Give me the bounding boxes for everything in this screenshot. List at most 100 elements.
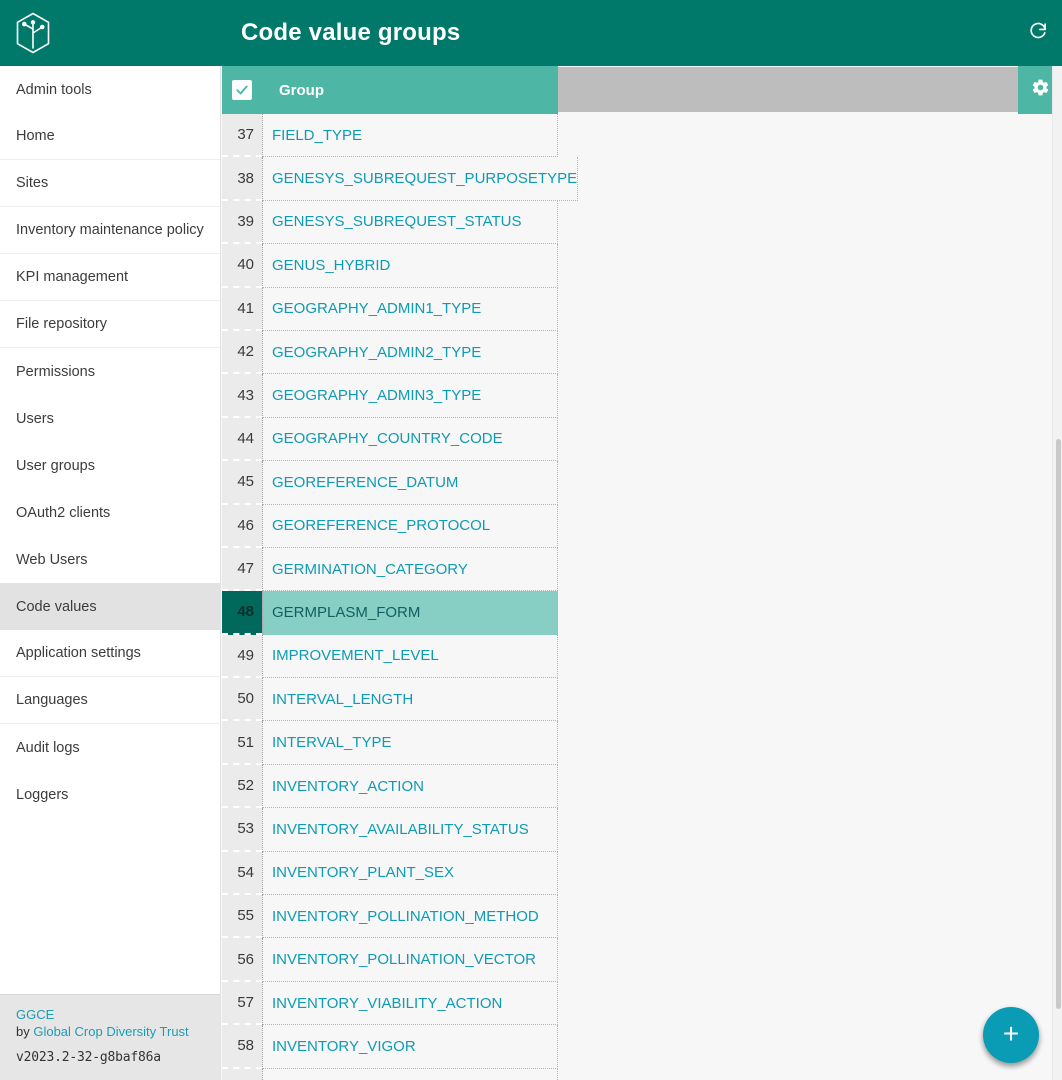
table-row[interactable]: 44 GEOGRAPHY_COUNTRY_CODE	[222, 417, 1062, 462]
add-button[interactable]: +	[983, 1007, 1039, 1063]
row-group-cell[interactable]: INVENTORY_VIGOR	[262, 1025, 558, 1069]
table-row[interactable]: 59LITERATURE_TYPE	[222, 1068, 1062, 1080]
sidebar-item-permissions[interactable]: Permissions	[0, 348, 220, 395]
table-row[interactable]: 37 FIELD_TYPE	[222, 114, 1062, 158]
table-row[interactable]: 39 GENESYS_SUBREQUEST_STATUS	[222, 200, 1062, 245]
sidebar-item-label: File repository	[16, 316, 108, 332]
row-index-cell[interactable]: 52	[222, 764, 262, 809]
footer-organization-link[interactable]: Global Crop Diversity Trust	[33, 1024, 188, 1039]
row-group-cell[interactable]: GEOREFERENCE_PROTOCOL	[262, 504, 558, 548]
row-index-cell[interactable]: 48	[222, 591, 262, 635]
row-index-cell[interactable]: 46	[222, 504, 262, 548]
table-row-cells: 42 GEOGRAPHY_ADMIN2_TYPE	[222, 330, 558, 375]
row-group-cell[interactable]: GEOGRAPHY_ADMIN3_TYPE	[262, 374, 558, 418]
row-index-cell[interactable]: 47	[222, 547, 262, 592]
sidebar-item-loggers[interactable]: Loggers	[0, 771, 220, 818]
sidebar-item-user-groups[interactable]: User groups	[0, 442, 220, 489]
row-group-cell[interactable]: LITERATURE_TYPE	[262, 1068, 558, 1080]
row-index-cell[interactable]: 58	[222, 1025, 262, 1069]
table-row[interactable]: 51 INTERVAL_TYPE	[222, 721, 1062, 765]
row-index-cell[interactable]: 42	[222, 330, 262, 375]
table-row[interactable]: 38 GENESYS_SUBREQUEST_PURPOSETYPE	[222, 157, 1062, 201]
table-row[interactable]: 45 GEOREFERENCE_DATUM	[222, 461, 1062, 505]
table-row[interactable]: 56 INVENTORY_POLLINATION_VECTOR	[222, 938, 1062, 982]
row-group-cell[interactable]: INVENTORY_VIABILITY_ACTION	[262, 981, 558, 1026]
sidebar-item-web-users[interactable]: Web Users	[0, 536, 220, 583]
row-group-cell[interactable]: INVENTORY_ACTION	[262, 764, 558, 809]
row-index-cell[interactable]: 41	[222, 287, 262, 331]
sidebar-item-application-settings[interactable]: Application settings	[0, 630, 220, 677]
sidebar-item-inventory-maintenance-policy[interactable]: Inventory maintenance policy	[0, 207, 220, 254]
sidebar-item-code-values[interactable]: Code values	[0, 583, 220, 630]
table-row[interactable]: 48 GERMPLASM_FORM	[222, 591, 1062, 635]
vertical-scrollbar[interactable]	[1052, 66, 1062, 1080]
table-row-cells: 58 INVENTORY_VIGOR	[222, 1025, 558, 1069]
row-group-cell[interactable]: INTERVAL_LENGTH	[262, 678, 558, 722]
table-row[interactable]: 53 INVENTORY_AVAILABILITY_STATUS	[222, 808, 1062, 852]
sidebar-item-languages[interactable]: Languages	[0, 677, 220, 724]
table-row[interactable]: 40 GENUS_HYBRID	[222, 244, 1062, 288]
row-index-cell[interactable]: 57	[222, 981, 262, 1026]
table-row-cells: 49 IMPROVEMENT_LEVEL	[222, 634, 558, 679]
row-group-cell[interactable]: IMPROVEMENT_LEVEL	[262, 634, 558, 679]
table-row[interactable]: 52 INVENTORY_ACTION	[222, 764, 1062, 809]
select-all-checkbox[interactable]	[232, 80, 252, 100]
row-group-cell[interactable]: INVENTORY_POLLINATION_VECTOR	[262, 938, 558, 982]
sidebar-item-admin-tools[interactable]: Admin tools	[0, 66, 220, 113]
row-index-cell[interactable]: 59	[222, 1068, 262, 1080]
table-row[interactable]: 46 GEOREFERENCE_PROTOCOL	[222, 504, 1062, 548]
row-group-cell[interactable]: GEOGRAPHY_ADMIN1_TYPE	[262, 287, 558, 331]
row-index-cell[interactable]: 43	[222, 374, 262, 418]
row-group-cell[interactable]: GENUS_HYBRID	[262, 244, 558, 288]
row-group-cell[interactable]: INVENTORY_AVAILABILITY_STATUS	[262, 808, 558, 852]
row-index-cell[interactable]: 50	[222, 678, 262, 722]
refresh-button[interactable]	[1014, 0, 1062, 66]
sidebar-item-file-repository[interactable]: File repository	[0, 301, 220, 348]
row-index-cell[interactable]: 37	[222, 114, 262, 158]
footer-product-link[interactable]: GGCE	[16, 1007, 54, 1022]
row-index-cell[interactable]: 55	[222, 895, 262, 939]
row-group-cell[interactable]: GENESYS_SUBREQUEST_PURPOSETYPE	[262, 157, 579, 201]
sidebar-item-sites[interactable]: Sites	[0, 160, 220, 207]
sidebar-item-users[interactable]: Users	[0, 395, 220, 442]
table-row[interactable]: 43 GEOGRAPHY_ADMIN3_TYPE	[222, 374, 1062, 418]
row-index-cell[interactable]: 56	[222, 938, 262, 982]
row-index-cell[interactable]: 44	[222, 417, 262, 462]
table-row[interactable]: 47 GERMINATION_CATEGORY	[222, 547, 1062, 592]
row-index-cell[interactable]: 53	[222, 808, 262, 852]
row-group-cell[interactable]: INTERVAL_TYPE	[262, 721, 558, 765]
table-row-cells: 44 GEOGRAPHY_COUNTRY_CODE	[222, 417, 558, 462]
row-group-cell[interactable]: INVENTORY_PLANT_SEX	[262, 851, 558, 896]
row-group-cell[interactable]: GEOREFERENCE_DATUM	[262, 461, 558, 505]
row-group-cell[interactable]: GEOGRAPHY_ADMIN2_TYPE	[262, 330, 558, 375]
table-row[interactable]: 58 INVENTORY_VIGOR	[222, 1025, 1062, 1069]
row-index-cell[interactable]: 40	[222, 244, 262, 288]
table-row[interactable]: 50 INTERVAL_LENGTH	[222, 678, 1062, 722]
row-group-cell[interactable]: GERMINATION_CATEGORY	[262, 547, 558, 592]
row-index-cell[interactable]: 54	[222, 851, 262, 896]
sidebar-item-oauth2-clients[interactable]: OAuth2 clients	[0, 489, 220, 536]
sidebar-item-kpi-management[interactable]: KPI management	[0, 254, 220, 301]
vertical-scrollbar-thumb[interactable]	[1056, 439, 1061, 1009]
table-row[interactable]: 41 GEOGRAPHY_ADMIN1_TYPE	[222, 287, 1062, 331]
row-index-cell[interactable]: 49	[222, 634, 262, 679]
table-row[interactable]: 54 INVENTORY_PLANT_SEX	[222, 851, 1062, 896]
row-group-cell[interactable]: GEOGRAPHY_COUNTRY_CODE	[262, 417, 558, 462]
row-index-cell[interactable]: 51	[222, 721, 262, 765]
table-row[interactable]: 49 IMPROVEMENT_LEVEL	[222, 634, 1062, 679]
row-group-cell[interactable]: GENESYS_SUBREQUEST_STATUS	[262, 200, 558, 245]
row-index-cell[interactable]: 38	[222, 157, 262, 201]
app-logo[interactable]	[0, 0, 66, 66]
row-index-cell[interactable]: 45	[222, 461, 262, 505]
table-row[interactable]: 57 INVENTORY_VIABILITY_ACTION	[222, 981, 1062, 1026]
sidebar-item-audit-logs[interactable]: Audit logs	[0, 724, 220, 771]
gear-icon	[1031, 78, 1050, 102]
row-group-cell[interactable]: GERMPLASM_FORM	[262, 591, 558, 635]
sidebar-item-home[interactable]: Home	[0, 113, 220, 160]
table-row[interactable]: 55 INVENTORY_POLLINATION_METHOD	[222, 895, 1062, 939]
row-group-cell[interactable]: INVENTORY_POLLINATION_METHOD	[262, 895, 558, 939]
row-group-cell[interactable]: FIELD_TYPE	[262, 114, 558, 158]
table-row-cells: 56 INVENTORY_POLLINATION_VECTOR	[222, 938, 558, 982]
table-row[interactable]: 42 GEOGRAPHY_ADMIN2_TYPE	[222, 330, 1062, 375]
row-index-cell[interactable]: 39	[222, 200, 262, 245]
